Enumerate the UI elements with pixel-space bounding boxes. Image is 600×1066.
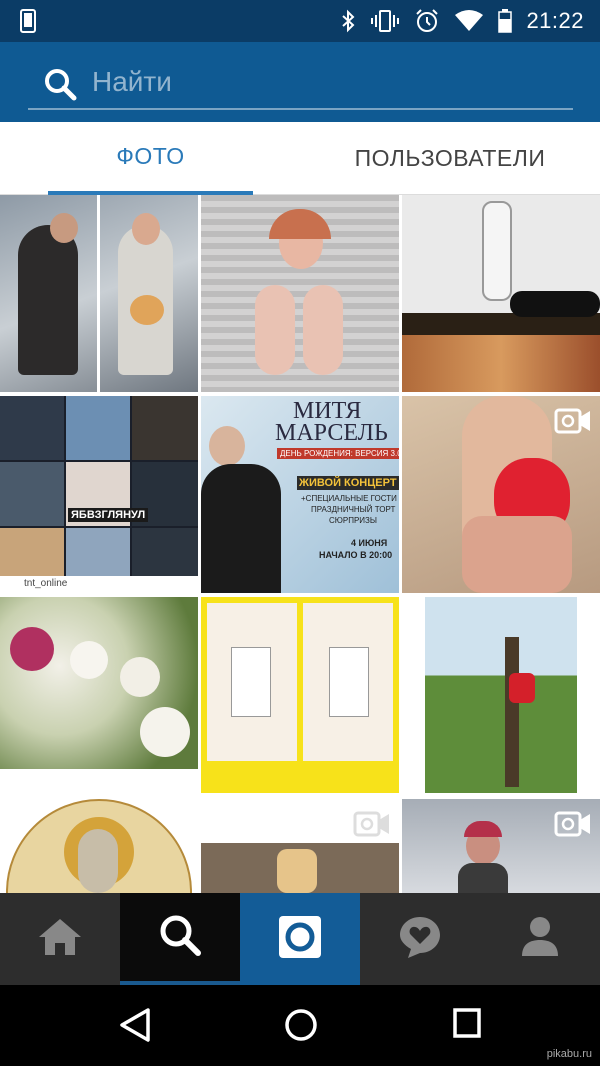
mitya-surprises: СЮРПРИЗЫ bbox=[329, 516, 377, 525]
battery-icon bbox=[498, 9, 513, 33]
search-field[interactable] bbox=[28, 58, 573, 110]
camera-icon bbox=[278, 915, 322, 964]
status-bar: 21:22 bbox=[0, 0, 600, 42]
search-icon bbox=[157, 912, 203, 963]
grid-photo-stormtrooper[interactable] bbox=[402, 195, 600, 392]
nav-profile[interactable] bbox=[480, 893, 600, 985]
search-input[interactable] bbox=[92, 64, 552, 100]
grid-video-cake[interactable] bbox=[201, 799, 399, 893]
back-icon[interactable] bbox=[118, 1007, 152, 1048]
home-circle-icon[interactable] bbox=[283, 1007, 319, 1048]
search-header bbox=[0, 42, 600, 122]
mitya-banner: ДЕНЬ РОЖДЕНИЯ: ВЕРСИЯ 3.0 bbox=[277, 448, 399, 459]
bluetooth-icon bbox=[340, 9, 356, 33]
video-icon bbox=[554, 408, 592, 439]
mitya-cake: ПРАЗДНИЧНЫЙ ТОРТ bbox=[311, 505, 396, 514]
mitya-date: 4 ИЮНЯ bbox=[351, 538, 388, 548]
mitya-title-2: МАРСЕЛЬ bbox=[275, 420, 388, 446]
grid-photo-tnt-collage[interactable]: ЯБВЗГЛЯНУЛ tnt_online bbox=[0, 396, 198, 593]
wifi-icon bbox=[454, 10, 484, 32]
recents-icon[interactable] bbox=[452, 1007, 482, 1044]
nav-camera[interactable] bbox=[240, 893, 360, 985]
grid-photo-airport[interactable] bbox=[0, 195, 198, 392]
bottom-nav bbox=[0, 893, 600, 985]
watermark: pikabu.ru bbox=[546, 1048, 592, 1060]
collage-account: tnt_online bbox=[24, 578, 68, 589]
search-icon[interactable] bbox=[42, 66, 78, 107]
nav-explore[interactable] bbox=[120, 893, 240, 985]
phone-icon bbox=[20, 9, 36, 33]
system-nav-bar: pikabu.ru bbox=[0, 985, 600, 1066]
home-icon bbox=[37, 917, 83, 962]
mitya-concert: ЖИВОЙ КОНЦЕРТ bbox=[297, 476, 399, 490]
activity-icon bbox=[398, 915, 442, 964]
photo-grid: ЯБВЗГЛЯНУЛ tnt_online МИТЯ МАРСЕЛЬ ДЕНЬ … bbox=[0, 195, 600, 893]
status-time: 21:22 bbox=[526, 8, 584, 33]
mitya-guests: +СПЕЦИАЛЬНЫЕ ГОСТИ bbox=[301, 494, 397, 503]
grid-photo-dresses[interactable] bbox=[201, 597, 399, 793]
alarm-icon bbox=[414, 8, 440, 34]
grid-video-street[interactable] bbox=[402, 799, 600, 893]
video-icon bbox=[353, 811, 391, 842]
grid-photo-flowers[interactable] bbox=[0, 597, 198, 769]
nav-home[interactable] bbox=[0, 893, 120, 985]
video-icon bbox=[554, 811, 592, 842]
tab-users[interactable]: ПОЛЬЗОВАТЕЛИ bbox=[320, 122, 580, 195]
grid-photo-ballet[interactable] bbox=[201, 195, 399, 392]
grid-photo-mitya-poster[interactable]: МИТЯ МАРСЕЛЬ ДЕНЬ РОЖДЕНИЯ: ВЕРСИЯ 3.0 Ж… bbox=[201, 396, 399, 593]
mitya-time: НАЧАЛО В 20:00 bbox=[319, 550, 393, 560]
nav-activity[interactable] bbox=[360, 893, 480, 985]
tab-photo[interactable]: ФОТО bbox=[48, 122, 253, 195]
profile-icon bbox=[520, 916, 560, 963]
collage-caption: ЯБВЗГЛЯНУЛ bbox=[68, 508, 149, 522]
tabs: ФОТО ПОЛЬЗОВАТЕЛИ bbox=[0, 122, 600, 195]
grid-photo-tree[interactable] bbox=[425, 597, 577, 793]
vibrate-icon bbox=[370, 9, 400, 33]
grid-video-strawberry[interactable] bbox=[402, 396, 600, 593]
grid-photo-icon-saint[interactable] bbox=[0, 799, 198, 893]
